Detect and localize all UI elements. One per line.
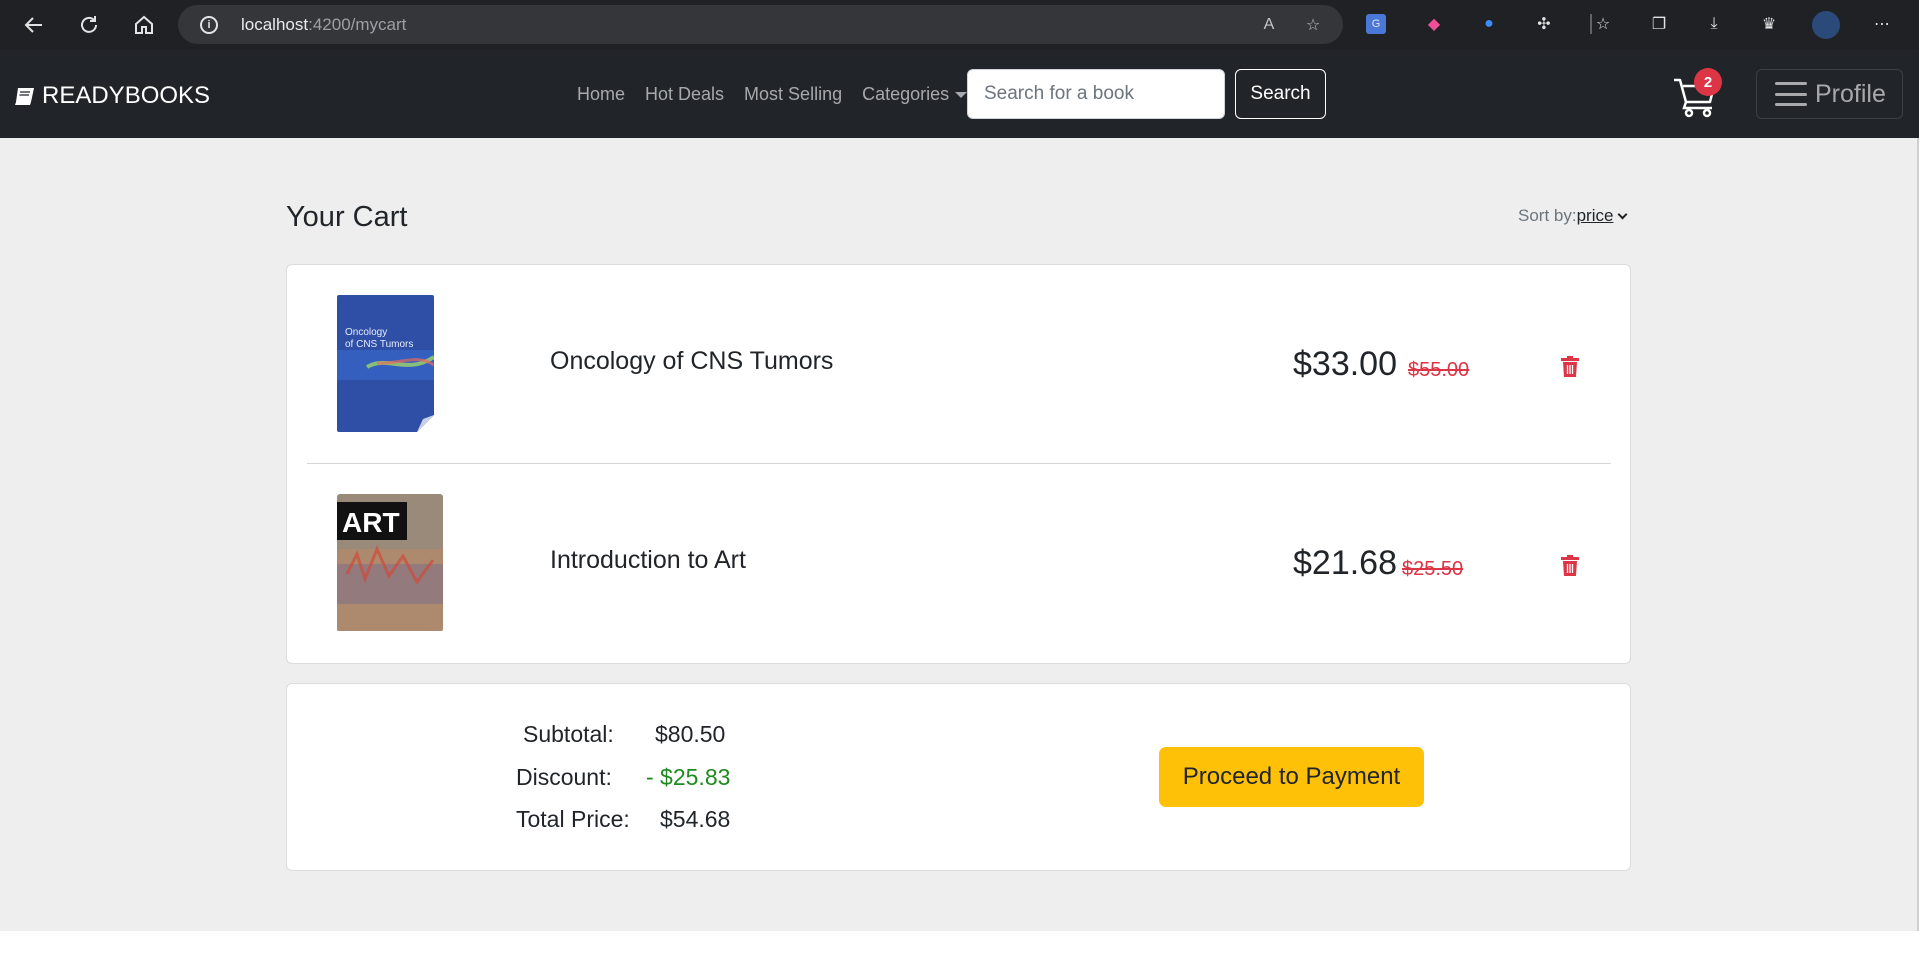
item-price: $33.00 xyxy=(1293,345,1397,383)
svg-text:Oncology: Oncology xyxy=(345,327,387,338)
reload-icon[interactable] xyxy=(74,10,104,40)
item-old-price: $55.00 xyxy=(1408,359,1470,381)
main-content: Your Cart Sort by:price Oncology of CNS … xyxy=(0,138,1919,931)
address-bar[interactable]: i localhost:4200/mycart A ☆ xyxy=(178,5,1343,44)
discount-value: - $25.83 xyxy=(646,764,731,790)
trash-icon[interactable] xyxy=(1560,356,1580,378)
item-title[interactable]: Oncology of CNS Tumors xyxy=(550,347,833,376)
hamburger-icon xyxy=(1775,82,1807,106)
book-cover-oncology[interactable]: Oncology of CNS Tumors xyxy=(337,295,434,432)
back-icon[interactable] xyxy=(19,10,49,40)
total-label: Total Price: xyxy=(516,806,630,832)
search-button[interactable]: Search xyxy=(1235,69,1326,119)
categories-label: Categories xyxy=(862,84,950,104)
cart-item: ART Introduction to Art $21.68 $25.50 xyxy=(287,464,1632,662)
cart-count-badge: 2 xyxy=(1694,68,1722,96)
nav-home[interactable]: Home xyxy=(577,84,625,105)
home-icon[interactable] xyxy=(129,10,159,40)
url-path: :4200/mycart xyxy=(308,15,407,34)
proceed-to-payment-button[interactable]: Proceed to Payment xyxy=(1159,747,1424,807)
url-host: localhost xyxy=(241,15,309,34)
profile-button[interactable]: Profile xyxy=(1756,69,1903,119)
site-info-icon[interactable]: i xyxy=(200,16,218,34)
cart-items-card: Oncology of CNS Tumors Oncology of CNS T… xyxy=(286,264,1631,664)
sort-value[interactable]: price xyxy=(1577,206,1614,225)
more-options-icon[interactable]: ⋯ xyxy=(1870,12,1894,36)
book-cover-art[interactable]: ART xyxy=(337,494,443,631)
search-input[interactable] xyxy=(967,69,1225,119)
item-title[interactable]: Introduction to Art xyxy=(550,546,746,575)
nav-most-selling[interactable]: Most Selling xyxy=(744,84,842,105)
favorites-icon[interactable]: ☆ xyxy=(1591,12,1615,36)
svg-text:ART: ART xyxy=(342,507,400,538)
drop-extension-icon[interactable]: ● xyxy=(1477,12,1501,36)
svg-text:of CNS Tumors: of CNS Tumors xyxy=(345,339,413,350)
total-value: $54.68 xyxy=(660,806,731,832)
discount-label: Discount: xyxy=(516,764,612,790)
sort-label: Sort by: xyxy=(1518,206,1577,225)
caret-down-icon xyxy=(955,92,968,99)
rewards-icon[interactable]: ♛ xyxy=(1757,12,1781,36)
read-aloud-icon[interactable]: A xyxy=(1258,14,1280,36)
subtotal-value: $80.50 xyxy=(655,721,726,747)
collections-icon[interactable]: ❐ xyxy=(1647,12,1671,36)
subtotal-label: Subtotal: xyxy=(523,721,614,747)
cart-item: Oncology of CNS Tumors Oncology of CNS T… xyxy=(287,265,1632,463)
page-title: Your Cart xyxy=(286,201,408,233)
browser-toolbar: i localhost:4200/mycart A ☆ G ◆ ● ✣ ☆ ❐ … xyxy=(0,0,1919,50)
nav-links: Home Hot Deals Most Selling Categories xyxy=(577,84,968,105)
order-summary-card: Subtotal: $80.50 Discount: - $25.83 Tota… xyxy=(286,683,1631,871)
trash-icon[interactable] xyxy=(1560,555,1580,577)
favorite-add-icon[interactable]: ☆ xyxy=(1302,14,1324,36)
book-icon xyxy=(15,88,34,105)
brand-name: READYBOOKS xyxy=(42,82,211,109)
cart-button[interactable]: 2 xyxy=(1672,68,1722,118)
item-price: $21.68 xyxy=(1293,544,1397,582)
chevron-down-icon xyxy=(1618,209,1628,220)
profile-avatar-icon[interactable] xyxy=(1812,11,1840,39)
profile-label: Profile xyxy=(1815,79,1886,108)
downloads-icon[interactable]: ⤓ xyxy=(1702,12,1726,36)
extensions-icon[interactable]: ✣ xyxy=(1532,12,1556,36)
nav-hot-deals[interactable]: Hot Deals xyxy=(645,84,724,105)
page-footer-area xyxy=(0,931,1919,979)
brand-link[interactable]: READYBOOKS xyxy=(14,82,210,110)
color-extension-icon[interactable]: ◆ xyxy=(1422,12,1446,36)
nav-categories-dropdown[interactable]: Categories xyxy=(862,84,968,105)
app-navbar: READYBOOKS Home Hot Deals Most Selling C… xyxy=(0,50,1919,138)
item-old-price: $25.50 xyxy=(1402,558,1464,580)
url-text[interactable]: localhost:4200/mycart xyxy=(241,15,406,35)
sort-control[interactable]: Sort by:price xyxy=(1518,206,1628,226)
translate-extension-icon[interactable]: G xyxy=(1366,14,1386,34)
